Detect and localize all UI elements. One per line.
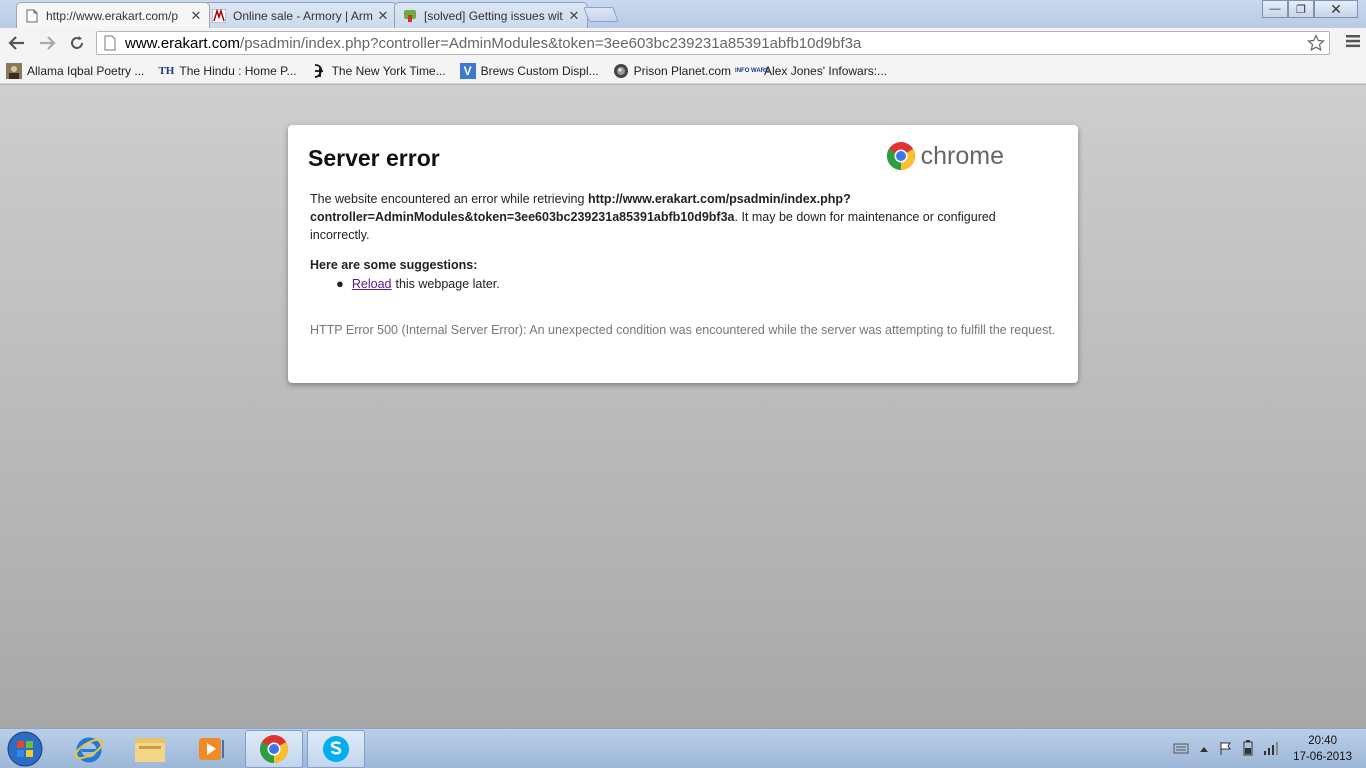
reload-icon <box>71 36 83 49</box>
tab-title: [solved] Getting issues wit <box>424 8 563 23</box>
tab-close-icon[interactable]: ✕ <box>189 8 203 24</box>
infowars-icon: INFO WARS <box>735 67 770 74</box>
forum-icon <box>403 9 417 23</box>
bullet-icon: ● <box>336 276 344 291</box>
bookmark-nyt[interactable]: The New York Time... <box>311 63 446 79</box>
battery-icon[interactable] <box>1243 739 1253 759</box>
error-url-part2: controller=AdminModules&token=3ee603bc23… <box>310 210 735 224</box>
tab-close-icon[interactable]: ✕ <box>567 8 581 24</box>
bookmark-label: The New York Time... <box>331 63 446 78</box>
start-button[interactable] <box>4 730 46 768</box>
minimize-button[interactable]: — <box>1262 0 1288 18</box>
bookmark-the-hindu[interactable]: TH The Hindu : Home P... <box>158 63 296 79</box>
bookmark-allama-iqbal[interactable]: Allama Iqbal Poetry ... <box>6 62 145 79</box>
bookmark-label: Alex Jones' Infowars:... <box>764 63 888 78</box>
portrait-icon <box>6 62 22 79</box>
internet-explorer-icon <box>74 737 104 763</box>
bookmark-label: Allama Iqbal Poetry ... <box>27 63 145 78</box>
network-icon[interactable] <box>1263 741 1279 758</box>
error-url-part1: http://www.erakart.com/psadmin/index.php… <box>587 192 851 206</box>
bookmark-label: Brews Custom Displ... <box>480 63 599 78</box>
page-content: Server error chrome The website encounte… <box>0 85 1366 728</box>
error-card: Server error chrome The website encounte… <box>288 125 1078 383</box>
chrome-logo: chrome <box>886 141 1004 171</box>
chrome-wordmark: chrome <box>920 141 1004 170</box>
keyboard-icon[interactable] <box>1173 742 1189 757</box>
tab-title: http://www.erakart.com/p <box>46 8 179 23</box>
taskbar-chrome[interactable] <box>245 730 303 768</box>
suggestion-item: ● Reload this webpage later. <box>336 276 1056 291</box>
tab-strip: http://www.erakart.com/p ✕ Online sale -… <box>0 0 1366 28</box>
clock-date: 17-06-2013 <box>1293 751 1352 763</box>
error-message: The website encountered an error while r… <box>310 190 1056 244</box>
bookmark-label: Prison Planet.com <box>633 63 732 78</box>
taskbar-file-explorer[interactable] <box>121 730 179 768</box>
clock-time: 20:40 <box>1308 735 1337 747</box>
window-controls: — ❐ ✕ <box>1262 0 1358 18</box>
taskbar-media-player[interactable] <box>182 730 240 768</box>
tab-close-icon[interactable]: ✕ <box>376 8 390 24</box>
nyt-icon <box>311 63 327 79</box>
toolbar: www.erakart.com/psadmin/index.php?contro… <box>0 28 1366 58</box>
error-details: HTTP Error 500 (Internal Server Error): … <box>310 323 1056 337</box>
media-player-icon <box>199 738 224 760</box>
bookmark-brews[interactable]: V Brews Custom Displ... <box>459 62 599 79</box>
action-center-flag-icon[interactable] <box>1219 741 1233 758</box>
reload-link[interactable]: Reload <box>352 277 392 291</box>
suggestions-heading: Here are some suggestions: <box>310 258 478 272</box>
windows-orb-icon <box>7 731 43 767</box>
tab-armory[interactable]: Online sale - Armory | Arm ✕ <box>203 2 397 28</box>
system-tray: 20:40 17-06-2013 <box>1163 729 1352 768</box>
url-path: /psadmin/index.php?controller=AdminModul… <box>240 34 862 52</box>
forward-arrow-icon <box>40 36 56 50</box>
taskbar-skype[interactable] <box>307 730 365 768</box>
globe-icon <box>613 63 629 79</box>
chrome-menu-icon[interactable] <box>1346 34 1360 51</box>
bookmark-star-icon[interactable] <box>1307 34 1325 56</box>
page-icon <box>104 35 116 51</box>
close-window-button[interactable]: ✕ <box>1314 0 1358 18</box>
reload-button[interactable] <box>64 30 90 56</box>
clock[interactable]: 20:40 17-06-2013 <box>1293 733 1352 765</box>
new-tab-button[interactable] <box>583 7 619 22</box>
url-host: www.erakart.com <box>125 34 241 52</box>
bookmark-label: The Hindu : Home P... <box>179 63 297 78</box>
tab-title: Online sale - Armory | Arm <box>233 8 373 23</box>
th-icon: TH <box>158 64 175 77</box>
error-intro: The website encountered an error while r… <box>310 192 588 206</box>
skype-icon <box>323 736 349 762</box>
bookmark-infowars[interactable]: INFO WARS Alex Jones' Infowars:... <box>735 63 888 79</box>
address-bar[interactable]: www.erakart.com/psadmin/index.php?contro… <box>96 31 1330 55</box>
back-arrow-icon <box>8 36 24 50</box>
taskbar-internet-explorer[interactable] <box>60 730 118 768</box>
tray-expand-icon[interactable] <box>1199 742 1209 756</box>
back-button[interactable] <box>4 30 30 56</box>
chrome-icon <box>260 735 288 763</box>
forward-button[interactable] <box>34 30 60 56</box>
suggestion-text: this webpage later. <box>395 276 500 291</box>
chrome-icon <box>886 142 915 170</box>
armory-icon <box>212 8 226 23</box>
file-explorer-icon <box>135 738 165 762</box>
tab-solved[interactable]: [solved] Getting issues wit ✕ <box>394 2 588 28</box>
restore-button[interactable]: ❐ <box>1288 0 1314 18</box>
bookmark-prison-planet[interactable]: Prison Planet.com <box>613 63 731 79</box>
page-icon <box>25 9 39 23</box>
taskbar: 20:40 17-06-2013 <box>0 728 1366 768</box>
tab-erakart[interactable]: http://www.erakart.com/p ✕ <box>16 2 210 28</box>
v-icon: V <box>459 62 476 79</box>
bookmarks-bar: Allama Iqbal Poetry ... TH The Hindu : H… <box>0 58 1366 84</box>
